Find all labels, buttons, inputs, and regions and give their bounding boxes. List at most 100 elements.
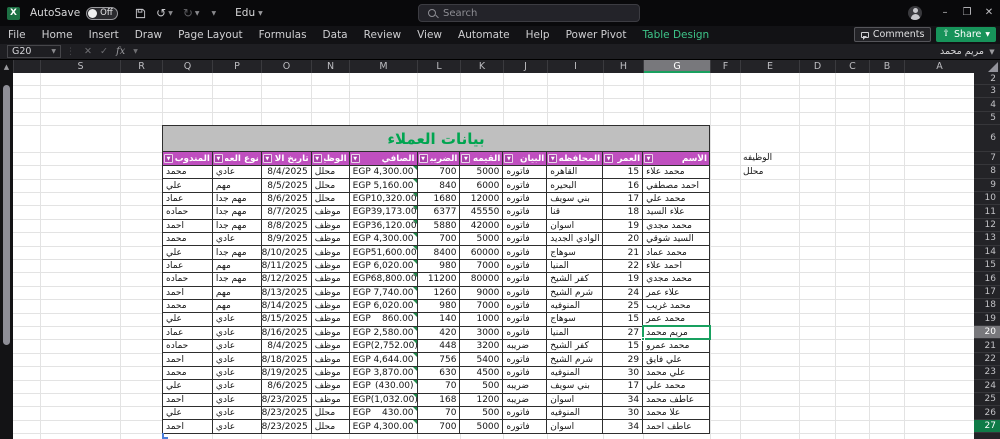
cell-client_type-row14[interactable]: مهم جدا: [211, 246, 261, 260]
cell-agent-row9[interactable]: علي: [162, 179, 212, 193]
redo-button[interactable]: ↻ ▼: [183, 6, 200, 20]
cell-client_type-row15[interactable]: مهم: [211, 259, 261, 274]
cell-agent-row19[interactable]: علي: [162, 313, 212, 327]
cell-client_type-row13[interactable]: عادي: [211, 232, 261, 247]
cell-client_type-row9[interactable]: مهم: [211, 179, 261, 193]
cell-value-row9[interactable]: 6000: [459, 179, 503, 193]
ribbon-tab-table-design[interactable]: Table Design: [634, 26, 717, 44]
cell-net-row18[interactable]: EGP 6,020.00: [348, 299, 417, 314]
ribbon-tab-help[interactable]: Help: [518, 26, 558, 44]
filter-dropdown-icon[interactable]: ▼: [604, 154, 614, 164]
table-header-job[interactable]: ▼الوظيفه: [310, 152, 349, 166]
cell-name-row10[interactable]: محمد علي: [642, 192, 709, 207]
cell-governorate-row11[interactable]: قنا: [546, 206, 603, 220]
cell-agent-row24[interactable]: علي: [162, 380, 212, 394]
cell-statement-row24[interactable]: ضريبه: [502, 380, 547, 394]
column-header-D[interactable]: D: [799, 60, 835, 73]
cell-statement-row14[interactable]: فاتوره: [502, 246, 547, 260]
cell-client_type-row17[interactable]: مهم: [211, 286, 261, 300]
cell-join_date-row13[interactable]: 8/9/2025: [260, 232, 311, 247]
share-button[interactable]: ⇧ Share ▼: [936, 27, 996, 42]
ribbon-tab-review[interactable]: Review: [356, 26, 409, 44]
cell-agent-row17[interactable]: احمد: [162, 286, 212, 300]
row-header-24[interactable]: 24: [974, 380, 1000, 393]
row-header-15[interactable]: 15: [974, 259, 1000, 273]
ribbon-tab-data[interactable]: Data: [315, 26, 356, 44]
cell-governorate-row12[interactable]: اسوان: [546, 219, 603, 233]
cell-job-row9[interactable]: محلل: [310, 179, 349, 193]
ribbon-tab-file[interactable]: File: [0, 26, 34, 44]
cell-join_date-row20[interactable]: 8/16/2025: [260, 326, 311, 341]
row-header-6[interactable]: 6: [974, 125, 1000, 152]
cell-value-row12[interactable]: 42000: [459, 219, 503, 233]
cell-governorate-row21[interactable]: كفر الشيخ: [546, 340, 603, 354]
cell-E8[interactable]: محلل: [740, 165, 799, 178]
cell-net-row8[interactable]: EGP 4,300.00: [348, 165, 417, 180]
cell-job-row12[interactable]: موظف: [310, 219, 349, 233]
cell-net-row26[interactable]: EGP 430.00: [348, 407, 417, 421]
cell-age-row24[interactable]: 17: [602, 380, 643, 394]
filter-dropdown-icon[interactable]: ▼: [418, 154, 428, 164]
row-header-12[interactable]: 12: [974, 219, 1000, 233]
table-header-tax[interactable]: ▼الضريبة: [416, 152, 460, 166]
cell-value-row15[interactable]: 7000: [459, 259, 503, 274]
select-all-corner[interactable]: [974, 60, 1000, 73]
row-header-25[interactable]: 25: [974, 393, 1000, 407]
column-header-P[interactable]: P: [212, 60, 261, 73]
column-header-A[interactable]: A: [904, 60, 974, 73]
cell-age-row19[interactable]: 15: [602, 313, 643, 327]
cell-age-row13[interactable]: 20: [602, 232, 643, 247]
cell-value-row8[interactable]: 5000: [459, 165, 503, 180]
cell-client_type-row25[interactable]: عادي: [211, 393, 261, 408]
cell-name-row23[interactable]: علي محمد: [642, 366, 709, 381]
cell-join_date-row15[interactable]: 8/11/2025: [260, 259, 311, 274]
row-header-4[interactable]: 4: [974, 98, 1000, 112]
cell-name-row26[interactable]: علا محمد: [642, 407, 709, 421]
cell-value-row16[interactable]: 80000: [459, 273, 503, 287]
cell-age-row15[interactable]: 22: [602, 259, 643, 274]
cell-tax-row9[interactable]: 840: [416, 179, 460, 193]
enter-button[interactable]: ✓: [100, 46, 108, 57]
cell-job-row23[interactable]: موظف: [310, 366, 349, 381]
cell-job-row11[interactable]: موظف: [310, 206, 349, 220]
cell-value-row13[interactable]: 5000: [459, 232, 503, 247]
column-header-L[interactable]: L: [417, 60, 460, 73]
cell-join_date-row8[interactable]: 8/4/2025: [260, 165, 311, 180]
cell-name-row22[interactable]: علي فايق: [642, 353, 709, 367]
cell-name-row18[interactable]: محمد غريب: [642, 299, 709, 314]
cell-statement-row25[interactable]: ضريبه: [502, 393, 547, 408]
cell-net-row10[interactable]: EGP 10,320.00: [348, 192, 417, 207]
cell-job-row24[interactable]: موظف: [310, 380, 349, 394]
cell-statement-row17[interactable]: فاتوره: [502, 286, 547, 300]
cell-statement-row9[interactable]: فاتوره: [502, 179, 547, 193]
selected-cell-border[interactable]: [641, 325, 711, 342]
cell-client_type-row8[interactable]: عادي: [211, 165, 261, 180]
cell-client_type-row26[interactable]: عادي: [211, 407, 261, 421]
cell-client_type-row22[interactable]: عادي: [211, 353, 261, 367]
cell-agent-row25[interactable]: احمد: [162, 393, 212, 408]
cell-age-row17[interactable]: 24: [602, 286, 643, 300]
column-header-K[interactable]: K: [460, 60, 503, 73]
row-header-9[interactable]: 9: [974, 179, 1000, 192]
ribbon-tab-home[interactable]: Home: [34, 26, 81, 44]
search-input[interactable]: Search: [418, 4, 640, 22]
cell-statement-row15[interactable]: فاتوره: [502, 259, 547, 274]
cell-age-row9[interactable]: 16: [602, 179, 643, 193]
cell-join_date-row11[interactable]: 8/7/2025: [260, 206, 311, 220]
ribbon-tab-view[interactable]: View: [409, 26, 450, 44]
cell-value-row14[interactable]: 60000: [459, 246, 503, 260]
cell-governorate-row9[interactable]: البحيره: [546, 179, 603, 193]
cell-net-row16[interactable]: EGP 68,800.00: [348, 273, 417, 287]
cell-tax-row19[interactable]: 140: [416, 313, 460, 327]
cell-net-row14[interactable]: EGP 51,600.00: [348, 246, 417, 260]
cell-tax-row24[interactable]: 70: [416, 380, 460, 394]
table-header-statement[interactable]: ▼ البيان: [502, 152, 547, 166]
cell-tax-row22[interactable]: 756: [416, 353, 460, 367]
cell-governorate-row15[interactable]: المنيا: [546, 259, 603, 274]
cell-name-row16[interactable]: محمد مجدي: [642, 273, 709, 287]
cell-job-row18[interactable]: موظف: [310, 299, 349, 314]
cell-client_type-row24[interactable]: عادي: [211, 380, 261, 394]
cell-net-row24[interactable]: EGP (430.00): [348, 380, 417, 394]
cell-governorate-row16[interactable]: كفر الشيخ: [546, 273, 603, 287]
column-header-Q[interactable]: Q: [162, 60, 212, 73]
